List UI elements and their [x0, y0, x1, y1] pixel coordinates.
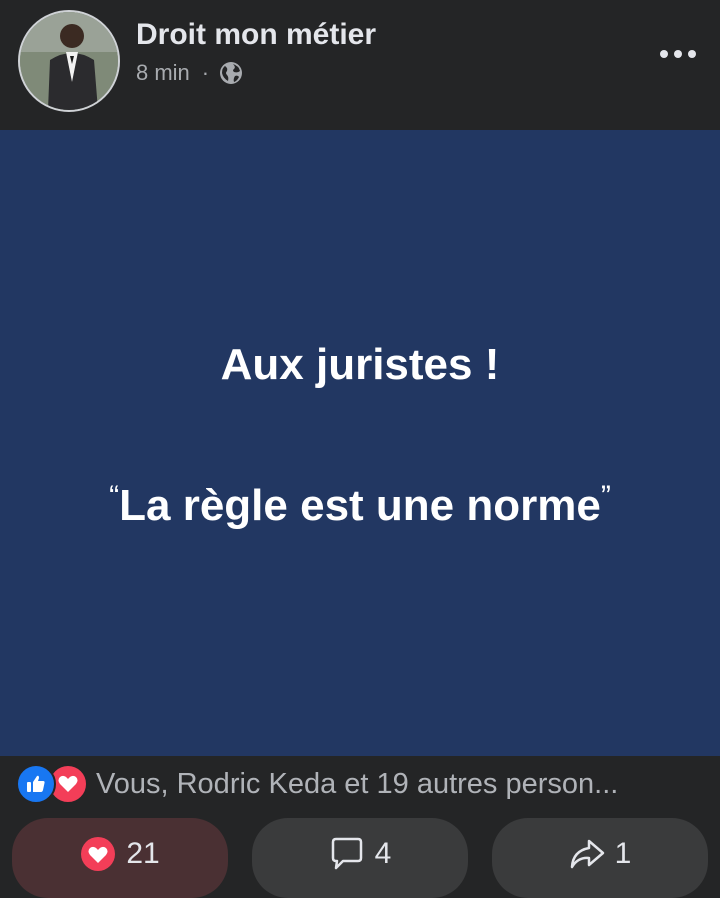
page-avatar[interactable]: [18, 10, 120, 112]
post-meta: 8 min ·: [136, 60, 243, 86]
more-dots-icon: [660, 50, 696, 58]
globe-icon: [219, 61, 243, 85]
avatar-photo: [20, 12, 118, 110]
post-header: Droit mon métier 8 min ·: [0, 0, 720, 130]
post-quote: “La règle est une norme”: [0, 480, 720, 531]
reaction-count: 21: [126, 837, 160, 870]
heart-icon: [80, 836, 116, 872]
quote-open-mark: “: [109, 480, 120, 513]
quote-close-mark: ”: [600, 480, 611, 513]
comment-button[interactable]: 4: [252, 818, 468, 898]
more-options-button[interactable]: [656, 36, 700, 72]
comment-count: 4: [374, 837, 392, 870]
post-time[interactable]: 8 min: [136, 60, 190, 86]
post-headline: Aux juristes !: [220, 340, 500, 389]
quote-text: La règle est une norme: [119, 481, 601, 530]
comment-icon: [329, 836, 365, 872]
reactions-summary[interactable]: Vous, Rodric Keda et 19 autres person...: [16, 762, 706, 806]
share-icon: [569, 836, 605, 872]
post-image[interactable]: Aux juristes ! “La règle est une norme”: [0, 130, 720, 756]
page-name-link[interactable]: Droit mon métier: [136, 18, 376, 52]
share-button[interactable]: 1: [492, 818, 708, 898]
react-button[interactable]: 21: [12, 818, 228, 898]
share-count: 1: [614, 837, 632, 870]
reactions-text: Vous, Rodric Keda et 19 autres person...: [96, 767, 619, 800]
meta-separator: ·: [201, 60, 210, 85]
like-icon: [16, 764, 56, 804]
